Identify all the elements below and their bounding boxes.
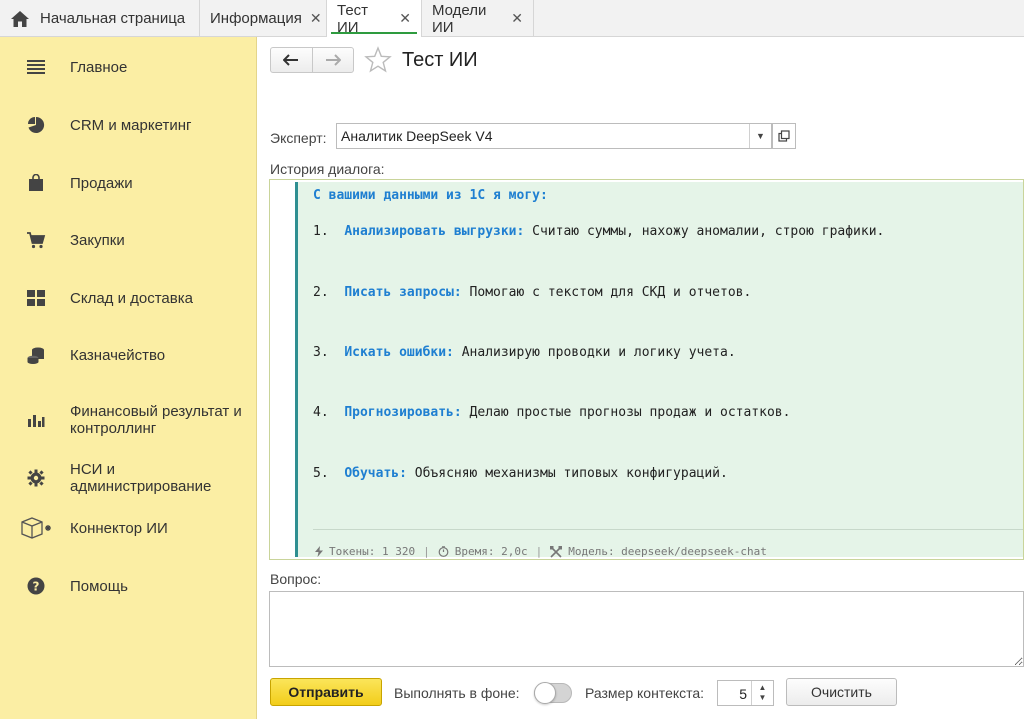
close-icon[interactable]: ✕ <box>399 10 411 27</box>
sidebar-item-warehouse[interactable]: Склад и доставка <box>0 288 257 308</box>
toggle-knob <box>534 682 556 704</box>
tab-label: Начальная страница <box>40 10 186 27</box>
meta-tokens: Токены: 1 320 <box>329 545 416 558</box>
sidebar-item-treasury[interactable]: Казначейство <box>0 345 257 365</box>
divider <box>313 529 1023 530</box>
back-button[interactable] <box>271 48 312 72</box>
list-item: 1. Анализировать выгрузки: Считаю суммы,… <box>313 224 885 239</box>
sidebar-item-admin[interactable]: НСИ и администрирование <box>0 461 257 495</box>
sidebar-item-label: Финансовый результат и контроллинг <box>70 403 242 437</box>
sidebar-item-label: Главное <box>70 58 128 76</box>
tab-ai-test[interactable]: Тест ИИ ✕ <box>327 0 422 37</box>
tab-ai-models[interactable]: Модели ИИ ✕ <box>422 0 534 37</box>
sidebar: Главное CRM и маркетинг Продажи Закупки … <box>0 37 257 719</box>
close-icon[interactable]: ✕ <box>511 10 523 27</box>
dropdown-arrow-icon[interactable]: ▼ <box>749 124 771 148</box>
sidebar-item-label: Склад и доставка <box>70 289 193 307</box>
page-title: Тест ИИ <box>402 49 478 71</box>
context-size-label: Размер контекста: <box>585 685 705 701</box>
history-label: История диалога: <box>270 161 385 177</box>
expert-label: Эксперт: <box>270 130 327 146</box>
sidebar-item-label: Закупки <box>70 231 125 249</box>
cart-icon <box>26 230 46 250</box>
stopwatch-icon <box>438 546 449 557</box>
tools-icon <box>550 545 563 558</box>
tab-label: Тест ИИ <box>337 1 369 36</box>
pie-chart-icon <box>26 115 46 135</box>
context-size-stepper[interactable]: 5 ▲ ▼ <box>717 680 774 706</box>
meta-time: Время: 2,0с <box>454 545 528 558</box>
expert-select[interactable]: Аналитик DeepSeek V4 ▼ <box>336 123 772 149</box>
list-item: 4. Прогнозировать: Делаю простые прогноз… <box>313 405 791 420</box>
sidebar-item-finance[interactable]: Финансовый результат и контроллинг <box>0 403 257 437</box>
sidebar-item-sales[interactable]: Продажи <box>0 173 257 193</box>
question-label: Вопрос: <box>270 571 322 587</box>
sidebar-item-label: Казначейство <box>70 346 166 364</box>
sidebar-item-label: Продажи <box>70 174 133 192</box>
close-icon[interactable]: ✕ <box>310 10 322 27</box>
open-window-icon <box>778 130 790 142</box>
context-size-value: 5 <box>739 686 747 702</box>
sidebar-item-label: Помощь <box>70 577 128 595</box>
background-toggle[interactable] <box>534 682 572 704</box>
gear-icon <box>26 468 46 488</box>
question-input[interactable] <box>269 591 1024 667</box>
history-panel[interactable]: С вашими данными из 1С я могу: 1. Анализ… <box>269 179 1024 560</box>
list-item: 3. Искать ошибки: Анализирую проводки и … <box>313 345 736 360</box>
main-content: Тест ИИ Эксперт: Аналитик DeepSeek V4 ▼ … <box>258 37 1024 719</box>
history-nav <box>270 47 354 73</box>
sidebar-item-ai-connector[interactable]: Коннектор ИИ <box>0 517 257 539</box>
help-icon: ? <box>26 576 46 596</box>
home-icon <box>11 10 29 27</box>
sidebar-item-purchases[interactable]: Закупки <box>0 230 257 250</box>
send-button[interactable]: Отправить <box>270 678 382 706</box>
forward-button[interactable] <box>311 48 354 72</box>
tab-bar: Начальная страница Информация ✕ Тест ИИ … <box>0 0 1024 37</box>
cube-icon <box>20 517 52 539</box>
warehouse-icon <box>26 288 46 308</box>
sidebar-item-main[interactable]: Главное <box>0 57 257 77</box>
tab-label: Модели ИИ <box>432 1 487 36</box>
background-label: Выполнять в фоне: <box>394 685 520 701</box>
spinner-arrows-icon[interactable]: ▲ ▼ <box>751 681 773 705</box>
meta-model: Модель: deepseek/deepseek-chat <box>568 545 767 558</box>
history-intro: С вашими данными из 1С я могу: <box>313 188 548 203</box>
expert-value: Аналитик DeepSeek V4 <box>341 128 493 144</box>
menu-icon <box>26 57 46 77</box>
shopping-bag-icon <box>26 173 46 193</box>
list-item: 5. Обучать: Объясняю механизмы типовых к… <box>313 466 728 481</box>
clear-button[interactable]: Очистить <box>786 678 897 706</box>
coins-icon <box>26 345 46 365</box>
sidebar-item-label: CRM и маркетинг <box>70 116 192 134</box>
sidebar-item-help[interactable]: ? Помощь <box>0 576 257 596</box>
tab-home[interactable]: Начальная страница <box>0 0 200 37</box>
lightning-icon <box>315 546 323 557</box>
history-message: С вашими данными из 1С я могу: 1. Анализ… <box>295 182 1023 558</box>
sidebar-item-label: Коннектор ИИ <box>70 519 168 537</box>
open-expert-button[interactable] <box>772 123 796 149</box>
sidebar-item-crm[interactable]: CRM и маркетинг <box>0 115 257 135</box>
svg-text:?: ? <box>33 580 40 594</box>
message-meta: Токены: 1 320 | Время: 2,0с | Модель: de… <box>315 545 767 558</box>
tab-info[interactable]: Информация ✕ <box>200 0 327 37</box>
sidebar-item-label: НСИ и администрирование <box>70 461 212 495</box>
bar-chart-icon <box>26 410 46 430</box>
tab-label: Информация <box>210 10 302 27</box>
list-item: 2. Писать запросы: Помогаю с текстом для… <box>313 285 752 300</box>
favorite-star-icon[interactable] <box>364 46 392 74</box>
